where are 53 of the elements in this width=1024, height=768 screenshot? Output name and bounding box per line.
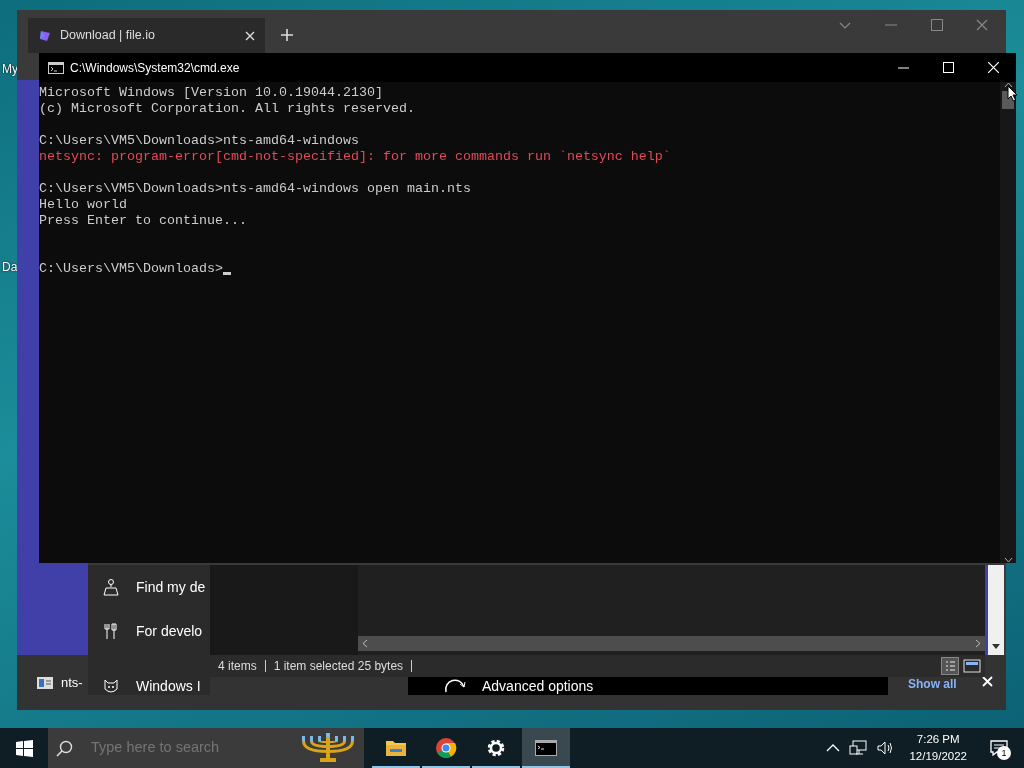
search-field[interactable]: Type here to search [89, 736, 282, 760]
tab-title: Download | file.io [60, 27, 156, 45]
new-tab-icon[interactable] [280, 28, 294, 42]
console-line: (c) Microsoft Corporation. All rights reserved. [39, 101, 415, 116]
cat-icon [102, 677, 120, 695]
chrome-icon [435, 737, 457, 759]
down-arrow-icon[interactable] [992, 644, 1000, 649]
download-item[interactable]: nts- [37, 673, 83, 693]
status-text: 1 item selected 25 bytes [273, 658, 404, 675]
console-line: C:\Users\VM5\Downloads> [39, 261, 223, 277]
terminal-icon [48, 61, 64, 74]
search-icon [56, 739, 73, 757]
status-text: 4 items [218, 658, 257, 675]
scrollbar[interactable] [1000, 82, 1016, 563]
notification-button[interactable]: 1 [990, 739, 1008, 757]
show-all-link[interactable]: Show all [908, 675, 957, 693]
document-icon [37, 676, 53, 689]
console-line: Microsoft Windows [Version 10.0.19044.2130] [39, 85, 383, 100]
menu-item[interactable]: Windows I [88, 675, 210, 697]
console-line: Press Enter to continue... [39, 213, 247, 228]
network-icon[interactable] [849, 740, 868, 756]
scrollbar[interactable] [985, 565, 1004, 655]
console-line: C:\Users\VM5\Downloads>nts-amd64-windows [39, 133, 359, 148]
text-cursor [222, 272, 231, 275]
menu-item[interactable]: For develo [88, 609, 210, 653]
file-icon [38, 28, 52, 43]
scrollbar[interactable] [358, 636, 985, 651]
window-title: C:\Windows\System32\cmd.exe [70, 59, 241, 77]
console-line: netsync: program-error[cmd-not-specified]: for more commands run `netsync help` [39, 149, 671, 164]
tools-icon [102, 622, 120, 640]
menu-item[interactable]: Find my de [88, 565, 210, 609]
tiles-view-icon[interactable] [963, 657, 981, 675]
chevron-icon[interactable] [839, 22, 851, 30]
start-icon[interactable] [15, 739, 33, 757]
console-line: C:\Users\VM5\Downloads>nts-amd64-windows open main.nts [39, 181, 471, 196]
message-icon [990, 740, 1008, 757]
chevron-up-icon[interactable] [826, 744, 841, 752]
clock[interactable]: 7:26 PM 12/19/2022 [903, 731, 973, 765]
terminal-icon [535, 737, 557, 759]
browser-tab[interactable]: Download | file.io [28, 18, 265, 53]
download-name: nts- [61, 674, 83, 692]
volume-icon[interactable] [876, 740, 895, 756]
mouse-cursor-icon [1007, 85, 1018, 102]
taskbar-app[interactable] [522, 728, 570, 768]
console-line: Hello world [39, 197, 127, 212]
refresh-icon [444, 678, 466, 694]
desktop-icon-label[interactable]: Da [2, 258, 18, 276]
details-view-icon[interactable] [941, 657, 959, 675]
person-icon [102, 578, 120, 596]
desktop-icon-label[interactable]: My [2, 60, 18, 78]
gear-icon [485, 737, 507, 759]
search-bar[interactable]: Type here to search [48, 728, 364, 768]
advanced-options-button[interactable]: Advanced options [408, 677, 888, 695]
